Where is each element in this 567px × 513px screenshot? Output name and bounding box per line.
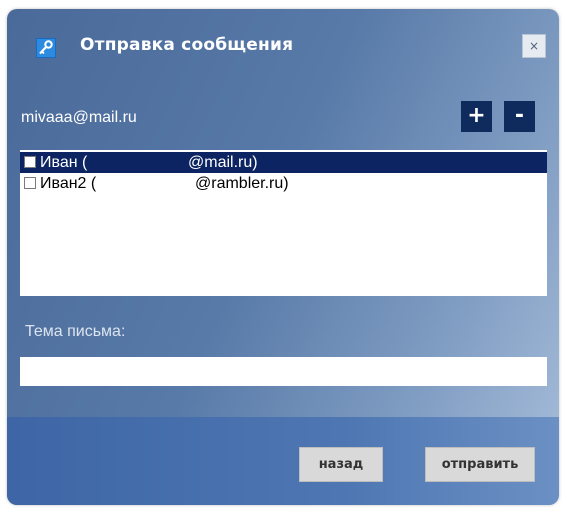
- account-email: mivaaa@mail.ru: [21, 109, 137, 126]
- dialog-titlebar: Отправка сообщения ×: [7, 9, 559, 77]
- send-message-dialog: Отправка сообщения × mivaaa@mail.ru + - …: [7, 9, 559, 505]
- contact-name: Иван (: [40, 154, 88, 171]
- contact-email-domain: @mail.ru): [188, 154, 258, 171]
- contact-email-domain: @rambler.ru): [195, 175, 289, 192]
- remove-contact-button[interactable]: -: [504, 101, 535, 132]
- contact-checkbox[interactable]: [24, 156, 36, 168]
- contact-checkbox[interactable]: [24, 177, 36, 189]
- subject-label: Тема письма:: [25, 323, 126, 340]
- dialog-title: Отправка сообщения: [80, 35, 294, 55]
- subject-input[interactable]: [20, 357, 547, 386]
- add-contact-button[interactable]: +: [461, 101, 492, 132]
- contacts-list[interactable]: Иван ( @mail.ru) Иван2 ( @rambler.ru): [20, 150, 547, 296]
- send-button[interactable]: отправить: [425, 447, 535, 482]
- close-button[interactable]: ×: [522, 34, 546, 58]
- key-icon: [36, 38, 56, 58]
- back-button[interactable]: назад: [299, 447, 383, 482]
- list-item[interactable]: Иван2 ( @rambler.ru): [20, 173, 547, 194]
- contact-name: Иван2 (: [40, 175, 97, 192]
- list-item[interactable]: Иван ( @mail.ru): [20, 152, 547, 173]
